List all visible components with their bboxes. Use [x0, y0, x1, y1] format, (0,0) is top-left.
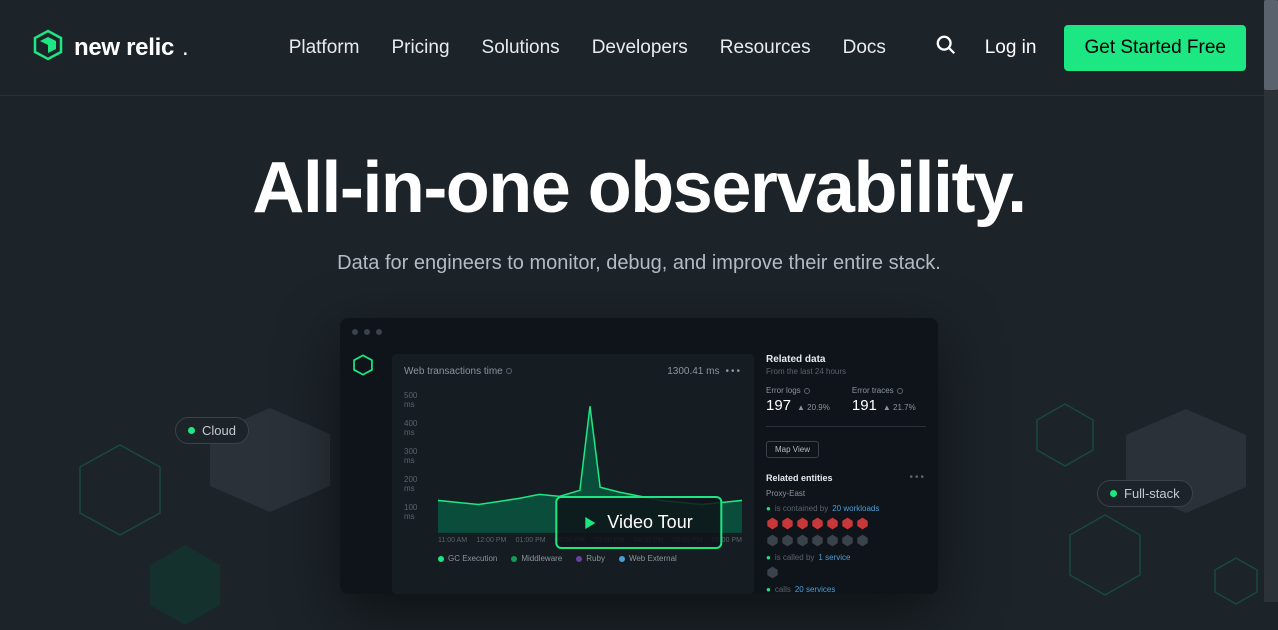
hero-subtitle: Data for engineers to monitor, debug, an…	[0, 252, 1278, 275]
badge-label: Full-stack	[1124, 486, 1180, 501]
logo-icon	[32, 29, 64, 66]
nav-solutions[interactable]: Solutions	[482, 37, 560, 59]
relation-called-by: ●is called by1 service	[766, 553, 926, 562]
nav-developers[interactable]: Developers	[592, 37, 688, 59]
primary-nav: Platform Pricing Solutions Developers Re…	[289, 37, 886, 59]
play-icon	[585, 517, 595, 529]
entity-name: Proxy-East	[766, 489, 926, 498]
info-icon	[897, 388, 903, 394]
nav-resources[interactable]: Resources	[720, 37, 811, 59]
header-actions: Log in Get Started Free	[935, 25, 1246, 71]
stat-delta: ▲ 20.9%	[797, 403, 830, 412]
stat-error-traces: Error traces 191▲ 21.7%	[852, 386, 916, 414]
stat-delta: ▲ 21.7%	[883, 403, 916, 412]
xtick: 11:00 AM	[438, 537, 467, 544]
stat-error-logs: Error logs 197▲ 20.9%	[766, 386, 830, 414]
stat-value: 197	[766, 397, 791, 414]
brand-logo[interactable]: new relic .	[32, 29, 189, 66]
legend-dot-icon	[619, 556, 625, 562]
login-link[interactable]: Log in	[985, 37, 1037, 59]
ytick: 300 ms	[404, 447, 417, 465]
hex-decor-icon	[1060, 510, 1150, 600]
stat-value: 191	[852, 397, 877, 414]
persona-badge-cloud: Cloud	[175, 417, 249, 444]
workload-hex-row	[766, 534, 926, 547]
hero-title: All-in-one observability.	[0, 152, 1278, 224]
ytick: 500 ms	[404, 391, 417, 409]
nav-pricing[interactable]: Pricing	[391, 37, 449, 59]
legend-dot-icon	[511, 556, 517, 562]
hex-decor-icon	[1030, 400, 1100, 470]
nav-docs[interactable]: Docs	[843, 37, 886, 59]
chart-title: Web transactions time	[404, 366, 667, 377]
nav-platform[interactable]: Platform	[289, 37, 360, 59]
window-dot-icon	[352, 329, 358, 335]
legend-dot-icon	[576, 556, 582, 562]
status-dot-icon	[1110, 490, 1117, 497]
relation-calls: ●calls20 services	[766, 585, 926, 594]
scrollbar[interactable]	[1264, 0, 1278, 602]
window-controls	[340, 318, 938, 346]
scrollbar-thumb[interactable]	[1264, 0, 1278, 90]
more-icon: •••	[909, 472, 926, 483]
related-title: Related data	[766, 354, 926, 365]
sidebar-panel: Related data From the last 24 hours Erro…	[766, 354, 926, 594]
map-view-button[interactable]: Map View	[766, 441, 819, 458]
relation-contained: ●is contained by20 workloads	[766, 504, 926, 513]
hex-decor-icon	[140, 540, 230, 630]
chart-value: 1300.41 ms	[667, 366, 719, 377]
xtick: 12:00 PM	[476, 537, 506, 544]
window-dot-icon	[364, 329, 370, 335]
related-subtitle: From the last 24 hours	[766, 367, 926, 376]
hex-decor-icon	[1210, 555, 1262, 607]
status-dot-icon	[188, 427, 195, 434]
site-header: new relic . Platform Pricing Solutions D…	[0, 0, 1278, 96]
chart-legend: GC Execution Middleware Ruby Web Externa…	[404, 554, 742, 563]
legend-label: Web External	[629, 554, 677, 563]
get-started-button[interactable]: Get Started Free	[1064, 25, 1246, 71]
hero: All-in-one observability. Data for engin…	[0, 96, 1278, 275]
workload-hex-row	[766, 517, 926, 530]
video-tour-label: Video Tour	[607, 512, 692, 533]
ytick: 200 ms	[404, 475, 417, 493]
legend-label: Ruby	[586, 554, 605, 563]
entities-title: Related entities	[766, 473, 833, 483]
video-tour-button[interactable]: Video Tour	[555, 496, 722, 549]
service-hex-row	[766, 566, 926, 579]
legend-dot-icon	[438, 556, 444, 562]
product-dashboard-preview: Web transactions time 1300.41 ms ••• 500…	[340, 318, 938, 594]
badge-label: Cloud	[202, 423, 236, 438]
hex-decor-icon	[70, 440, 170, 540]
dashboard-logo-icon	[352, 354, 374, 376]
search-icon[interactable]	[935, 34, 957, 61]
brand-dot: .	[182, 34, 189, 62]
info-icon	[506, 368, 512, 374]
chart-panel: Web transactions time 1300.41 ms ••• 500…	[392, 354, 754, 594]
legend-label: GC Execution	[448, 554, 497, 563]
persona-badge-fullstack: Full-stack	[1097, 480, 1193, 507]
more-icon: •••	[725, 366, 742, 377]
xtick: 01:00 PM	[516, 537, 546, 544]
brand-name: new relic	[74, 34, 174, 62]
ytick: 400 ms	[404, 419, 417, 437]
info-icon	[804, 388, 810, 394]
legend-label: Middleware	[521, 554, 562, 563]
ytick: 100 ms	[404, 503, 417, 521]
window-dot-icon	[376, 329, 382, 335]
